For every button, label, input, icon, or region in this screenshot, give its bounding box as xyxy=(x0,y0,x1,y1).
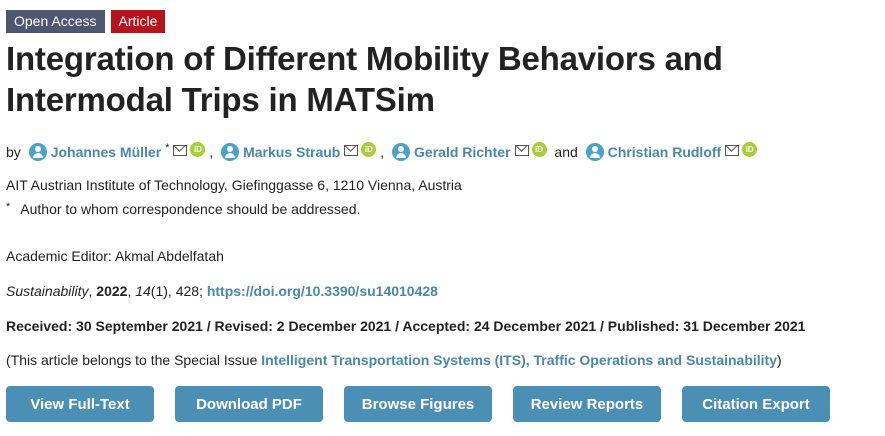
corresponding-star: * xyxy=(165,142,170,154)
correspondence-star: * xyxy=(6,201,11,213)
author-name-link[interactable]: Gerald Richter xyxy=(414,144,510,160)
citation-year: 2022 xyxy=(96,283,128,299)
author-separator: , xyxy=(209,144,214,160)
citation-export-button[interactable]: Citation Export xyxy=(682,386,830,422)
affiliation: AIT Austrian Institute of Technology, Gi… xyxy=(6,177,462,193)
user-icon[interactable] xyxy=(585,143,604,161)
publication-dates: Received: 30 September 2021 / Revised: 2… xyxy=(6,318,806,334)
mail-icon[interactable] xyxy=(173,145,188,156)
citation-volume: 14 xyxy=(135,283,151,299)
doi-link[interactable]: https://doi.org/10.3390/su14010428 xyxy=(207,283,438,299)
review-reports-button[interactable]: Review Reports xyxy=(513,386,661,422)
mail-icon[interactable] xyxy=(725,145,740,156)
user-icon[interactable] xyxy=(28,143,47,161)
correspondence-note: * Author to whom correspondence should be… xyxy=(6,201,360,217)
author-list: by Johannes Müller * iD , Markus Straub iD … xyxy=(6,138,758,162)
citation-issue: (1) xyxy=(150,283,168,299)
view-full-text-button[interactable]: View Full-Text xyxy=(6,386,154,422)
and-label: and xyxy=(554,144,578,160)
open-access-badge[interactable]: Open Access xyxy=(6,10,105,33)
author-gerald-richter: Gerald Richter iD xyxy=(392,142,550,161)
author-christian-rudloff: Christian Rudloff iD xyxy=(585,142,758,161)
mail-icon[interactable] xyxy=(514,145,529,156)
author-name-link[interactable]: Johannes Müller xyxy=(51,144,161,160)
journal-name: Sustainability xyxy=(6,283,89,299)
user-icon[interactable] xyxy=(392,143,411,161)
user-icon[interactable] xyxy=(221,143,240,161)
orcid-icon[interactable]: iD xyxy=(361,142,377,157)
badge-group: Open Access Article xyxy=(6,10,166,33)
citation-line: Sustainability, 2022, 14(1), 428; https:… xyxy=(6,283,438,299)
author-name-link[interactable]: Markus Straub xyxy=(243,144,340,160)
special-issue-prefix: (This article belongs to the Special Iss… xyxy=(6,352,262,368)
orcid-icon[interactable]: iD xyxy=(531,142,547,157)
special-issue-link[interactable]: Intelligent Transportation Systems (ITS)… xyxy=(261,352,777,368)
correspondence-text: Author to whom correspondence should be … xyxy=(20,201,361,217)
special-issue-note: (This article belongs to the Special Iss… xyxy=(6,352,782,368)
author-johannes-muller: Johannes Müller * iD xyxy=(28,142,210,161)
article-type-badge: Article xyxy=(110,10,166,33)
author-separator: , xyxy=(380,144,385,160)
author-name-link[interactable]: Christian Rudloff xyxy=(608,144,722,160)
download-pdf-button[interactable]: Download PDF xyxy=(175,386,323,422)
orcid-icon[interactable]: iD xyxy=(742,142,758,157)
orcid-icon[interactable]: iD xyxy=(190,142,206,157)
special-issue-suffix: ) xyxy=(777,352,782,368)
academic-editor: Academic Editor: Akmal Abdelfatah xyxy=(6,248,224,264)
mail-icon[interactable] xyxy=(344,145,359,156)
citation-pages: , 428; xyxy=(167,283,207,299)
author-markus-straub: Markus Straub iD xyxy=(221,142,380,161)
browse-figures-button[interactable]: Browse Figures xyxy=(344,386,492,422)
by-label: by xyxy=(6,144,21,160)
article-title: Integration of Different Mobility Behavi… xyxy=(6,40,723,118)
